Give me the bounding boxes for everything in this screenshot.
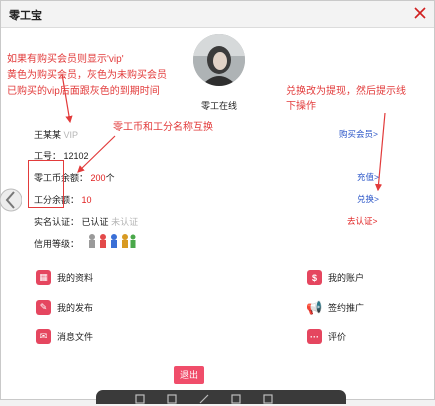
realname-pending: 未认证 xyxy=(111,217,139,227)
calendar-icon: ▦ xyxy=(36,270,51,285)
bottom-toolbar[interactable] xyxy=(96,390,346,404)
menu-messages[interactable]: ✉ 消息文件 xyxy=(36,329,93,344)
app-window: 零工宝 零工在线 如果有购买会员则显示'vip' 黄色为购买会员，灰色为未购买会… xyxy=(0,0,435,400)
annotation-vip-2: 黄色为购买会员，灰色为未购买会员 xyxy=(7,70,167,81)
credit-level-icons xyxy=(87,233,137,251)
realname-done: 已认证 xyxy=(81,217,109,227)
exchange-link[interactable]: 兑换> xyxy=(357,193,379,205)
menu-my-account-label: 我的账户 xyxy=(328,273,365,283)
credit-row: 信用等级： xyxy=(34,237,79,250)
menu-review-label: 评价 xyxy=(328,332,347,342)
credit-label: 信用等级： xyxy=(34,239,80,249)
toolbar-icon xyxy=(199,394,209,404)
online-status: 零工在线 xyxy=(201,101,238,111)
menu-my-publish[interactable]: ✎ 我的发布 xyxy=(36,300,93,315)
close-icon[interactable] xyxy=(412,5,428,21)
credit-figure-icon xyxy=(111,234,117,248)
annotation-highlight-box xyxy=(28,160,64,208)
annotation-vip-1: 如果有购买会员则显示'vip' xyxy=(7,54,124,65)
coin-balance-value: 200 xyxy=(90,173,106,183)
annotation-vip-3: 已购买的vip后面跟灰色的到期时间 xyxy=(7,86,160,97)
toolbar-icon xyxy=(167,394,177,404)
coin-balance-unit: 个 xyxy=(105,173,115,183)
logout-button[interactable]: 退出 xyxy=(174,366,204,384)
menu-messages-label: 消息文件 xyxy=(57,332,94,342)
score-balance-value: 10 xyxy=(81,195,92,205)
megaphone-icon: 📢 xyxy=(306,299,323,315)
toolbar-icon xyxy=(135,394,145,404)
menu-my-profile[interactable]: ▦ 我的资料 xyxy=(36,270,93,285)
buy-vip-link[interactable]: 购买会员> xyxy=(339,128,378,140)
menu-review[interactable]: ··· 评价 xyxy=(307,329,346,344)
vip-badge: VIP xyxy=(63,130,79,140)
mail-icon: ✉ xyxy=(36,329,51,344)
realname-row: 实名认证： 已认证 未认证 xyxy=(34,215,138,228)
user-id-value: 12102 xyxy=(63,151,89,161)
credit-figure-icon xyxy=(130,234,136,248)
annotation-exchange-1: 兑换改为提现，然后提示线 xyxy=(286,86,406,97)
menu-my-publish-label: 我的发布 xyxy=(57,303,94,313)
realname-label: 实名认证： xyxy=(34,217,80,227)
edit-icon: ✎ xyxy=(36,300,51,315)
credit-figure-icon xyxy=(89,234,95,248)
menu-my-profile-label: 我的资料 xyxy=(57,273,94,283)
menu-my-account[interactable]: $ 我的账户 xyxy=(307,270,364,285)
menu-promote[interactable]: 📢 签约推广 xyxy=(306,299,365,315)
avatar[interactable] xyxy=(193,34,245,86)
annotation-swap: 零工币和工分名称互换 xyxy=(113,122,213,133)
recharge-link[interactable]: 充值> xyxy=(357,171,379,183)
prev-arrow-button[interactable] xyxy=(0,184,23,216)
annotation-exchange-2: 下操作 xyxy=(286,101,316,112)
menu-promote-label: 签约推广 xyxy=(328,303,365,313)
user-name-row: 王某某 VIP xyxy=(34,128,78,141)
toolbar-icon xyxy=(231,394,241,404)
user-name: 王某某 xyxy=(34,130,62,140)
credit-figure-icon xyxy=(122,234,128,248)
money-bag-icon: $ xyxy=(307,270,322,285)
title-bar: 零工宝 xyxy=(1,1,434,28)
window-title: 零工宝 xyxy=(9,10,42,22)
credit-figure-icon xyxy=(100,234,106,248)
verify-link[interactable]: 去认证> xyxy=(347,215,377,227)
chat-bubble-icon: ··· xyxy=(307,329,322,344)
toolbar-icon xyxy=(263,394,273,404)
